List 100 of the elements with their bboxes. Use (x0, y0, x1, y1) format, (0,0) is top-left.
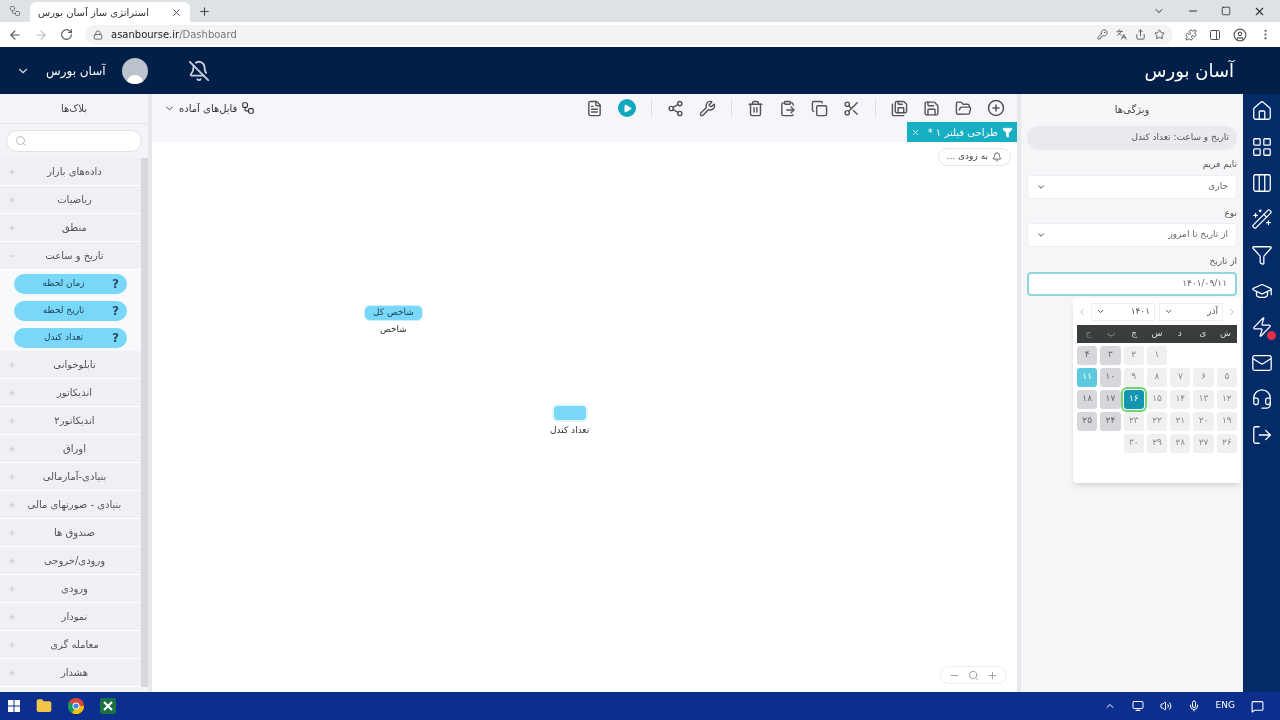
calendar-day[interactable]: ۱۳ (1193, 389, 1214, 409)
new-tab-icon[interactable] (197, 4, 211, 18)
category-item[interactable]: نمودار (0, 603, 141, 631)
delete-icon[interactable] (747, 99, 764, 117)
category-item[interactable]: اوراق (0, 435, 141, 463)
columns-icon[interactable] (1250, 172, 1273, 194)
reload-icon[interactable] (60, 28, 73, 41)
calendar-day[interactable]: ۸ (1146, 367, 1168, 387)
category-item[interactable]: ریاضیات (0, 186, 141, 214)
calendar-day[interactable]: ۲۶ (1216, 433, 1237, 453)
calendar-day[interactable]: ۵ (1216, 367, 1237, 387)
calendar-day[interactable]: ۹ (1123, 367, 1144, 387)
year-select[interactable]: ۱۴۰۱ (1091, 302, 1155, 321)
extensions-icon[interactable] (1185, 28, 1197, 41)
calendar-day[interactable]: ۲۲ (1146, 411, 1168, 431)
folder-icon[interactable] (36, 698, 52, 714)
copy-icon[interactable] (811, 99, 828, 117)
logo[interactable]: آسان بورس (1140, 56, 1238, 85)
calendar-day[interactable]: ۲۰ (1193, 411, 1214, 431)
run-button[interactable] (618, 99, 636, 117)
search-field[interactable] (6, 130, 142, 152)
paste-icon[interactable] (779, 99, 796, 117)
key-icon[interactable] (1097, 29, 1108, 40)
share-icon[interactable] (1135, 29, 1146, 40)
calendar-day[interactable]: ۱۶ (1123, 389, 1144, 409)
side-panel-icon[interactable] (1209, 28, 1221, 41)
browser-tab[interactable]: استراتژی ساز آسان بورس (30, 2, 190, 22)
category-item[interactable]: ورودی/خروجی (0, 547, 141, 575)
calendar-day[interactable]: ۱۷ (1100, 389, 1121, 409)
mail-icon[interactable] (1250, 352, 1273, 374)
spreadsheet-icon[interactable] (100, 698, 116, 714)
calendar-day[interactable]: ۲۷ (1193, 433, 1214, 453)
category-item[interactable]: بنیادی - صورتهای مالی (0, 491, 141, 519)
filter-icon[interactable] (1250, 244, 1273, 266)
avatar[interactable] (121, 57, 148, 84)
category-item[interactable]: صندوق ها (0, 519, 141, 547)
templates-dropdown[interactable]: فایل‌های آماده (164, 100, 256, 116)
microphone-icon[interactable] (1187, 700, 1200, 712)
select-field[interactable]: از تاریخ تا امروز (1027, 223, 1237, 247)
cut-icon[interactable] (843, 99, 860, 117)
calendar-day[interactable]: ۳ (1100, 345, 1121, 365)
star-icon[interactable] (1154, 29, 1165, 40)
network-icon[interactable] (1131, 700, 1144, 712)
category-item[interactable]: داده‌های بازار (0, 158, 141, 186)
category-item[interactable]: معامله گری (0, 631, 141, 659)
calendar-day[interactable]: ۱ (1146, 345, 1168, 365)
new-icon[interactable] (987, 99, 1005, 117)
category-item[interactable]: ورودی (0, 575, 141, 603)
select-field[interactable]: جاری (1027, 174, 1237, 199)
close-icon[interactable] (171, 6, 182, 18)
volume-icon[interactable] (1159, 700, 1172, 712)
open-icon[interactable] (955, 99, 972, 117)
category-item[interactable]: اندیکاتور (0, 379, 141, 407)
category-item[interactable]: اندیکاتور۲ (0, 407, 141, 435)
category-item[interactable]: تاریخ و ساعت (0, 242, 141, 270)
save-icon[interactable] (923, 99, 940, 117)
calendar-day[interactable]: ۱۵ (1146, 389, 1168, 409)
category-item[interactable]: هشدار (0, 659, 141, 687)
date-field[interactable]: ۱۴۰۱/۰۹/۱۱ (1027, 271, 1237, 296)
calendar-day[interactable]: ۲ (1123, 345, 1144, 365)
zoom-in-icon[interactable] (987, 669, 998, 681)
muted-bell-icon[interactable] (187, 59, 210, 82)
month-select[interactable]: آذر (1159, 302, 1223, 321)
home-icon[interactable] (1250, 100, 1273, 122)
block-item[interactable]: ? تاریخ لحظه (14, 300, 127, 321)
share-icon[interactable] (667, 99, 684, 117)
calendar-day[interactable]: ۲۹ (1146, 433, 1168, 453)
language-indicator[interactable]: ENG (1215, 699, 1235, 713)
document-icon[interactable] (586, 99, 603, 117)
logout-icon[interactable] (1250, 424, 1273, 446)
calendar-day[interactable]: ۱۸ (1077, 389, 1098, 409)
back-icon[interactable] (8, 27, 22, 42)
calendar-day[interactable]: ۱۹ (1216, 411, 1237, 431)
profile-icon[interactable] (1233, 27, 1247, 42)
calendar-day[interactable]: ۳۰ (1123, 433, 1144, 453)
calendar-day[interactable]: ۲۱ (1170, 411, 1191, 431)
coming-soon-pill[interactable]: به زودی ... (937, 148, 1011, 166)
calendar-day[interactable]: ۲۸ (1170, 433, 1191, 453)
calendar-day[interactable]: ۱۲ (1216, 389, 1237, 409)
windows-start-icon[interactable] (8, 700, 20, 712)
tools-icon[interactable] (699, 99, 716, 117)
browser-icon[interactable] (68, 698, 84, 714)
magic-wand-icon[interactable] (1250, 208, 1273, 230)
calendar-day[interactable]: ۱۴ (1170, 389, 1191, 409)
block-item[interactable]: ? تعداد کندل (14, 327, 127, 348)
dashboard-icon[interactable] (1250, 136, 1273, 158)
lightning-icon[interactable] (1250, 316, 1273, 338)
translate-icon[interactable] (1116, 29, 1127, 40)
restore-icon[interactable] (1221, 6, 1231, 16)
address-bar[interactable]: asanbourse.ir/Dashboard (85, 24, 1173, 45)
calendar-day[interactable]: ۲۴ (1100, 411, 1121, 431)
calendar-day[interactable]: ۷ (1170, 367, 1191, 387)
canvas-block[interactable]: شاخص کل (364, 305, 423, 321)
notifications-icon[interactable] (1251, 699, 1264, 713)
category-item[interactable]: منطق (0, 214, 141, 242)
category-item[interactable]: بنیادی-آمارمالی (0, 463, 141, 491)
calendar-day[interactable]: ۱۰ (1100, 367, 1121, 387)
save-as-icon[interactable] (891, 99, 908, 117)
calendar-day[interactable]: ۲۵ (1077, 411, 1098, 431)
block-item[interactable]: ? زمان لحظه (14, 273, 127, 294)
